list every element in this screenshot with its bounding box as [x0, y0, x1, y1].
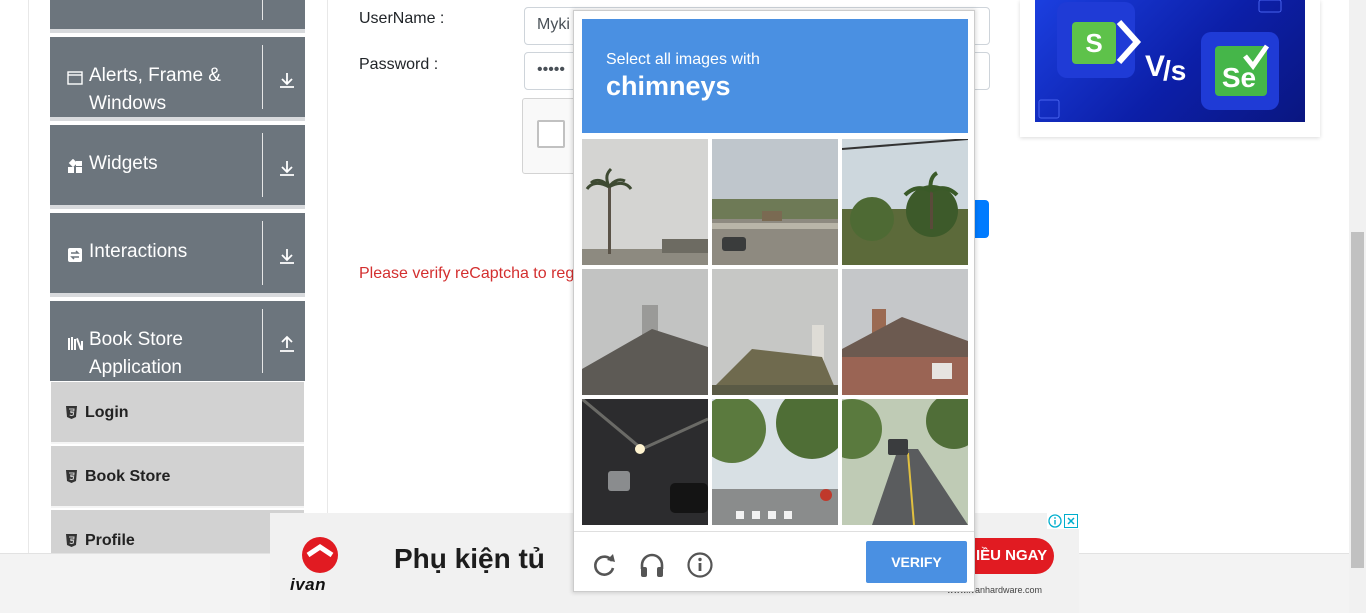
html5-icon: [66, 406, 77, 419]
info-icon[interactable]: [1048, 514, 1062, 528]
recaptcha-checkbox[interactable]: [537, 120, 565, 148]
password-label: Password :: [359, 56, 439, 73]
headphones-icon[interactable]: [638, 551, 666, 579]
group-divider: [262, 45, 263, 109]
sidebar-group-widgets[interactable]: Widgets: [50, 125, 305, 209]
sidebar-item-login[interactable]: Login: [51, 382, 304, 444]
ad-brand: ivan: [290, 575, 327, 594]
interactions-icon: [68, 248, 82, 262]
download-arrow-icon[interactable]: [278, 71, 296, 89]
ad-cta-button[interactable]: IỀU NGAY: [972, 538, 1054, 574]
recaptcha-tile[interactable]: [712, 139, 838, 265]
group-divider: [262, 309, 263, 373]
sidebar-group-label: Book Store Application: [89, 329, 183, 378]
close-icon[interactable]: [1064, 514, 1078, 528]
verify-button[interactable]: VERIFY: [866, 541, 967, 583]
recaptcha-tile[interactable]: [582, 139, 708, 265]
download-arrow-icon[interactable]: [278, 159, 296, 177]
sidebar-group-interactions[interactable]: Interactions: [50, 213, 305, 297]
reload-icon[interactable]: [590, 551, 618, 579]
recaptcha-target: chimneys: [606, 71, 731, 101]
svg-text:/s: /s: [1163, 55, 1186, 86]
scrollbar-thumb[interactable]: [1351, 232, 1364, 568]
ad-artwork: S V /s Se: [1038, 0, 1282, 119]
group-divider: [262, 0, 263, 20]
recaptcha-header: Select all images with chimneys: [582, 19, 968, 133]
sidebar-group-label: Widgets: [89, 153, 158, 174]
sidebar-item-label: Login: [85, 404, 129, 421]
username-label: UserName :: [359, 10, 445, 27]
recaptcha-tile[interactable]: [712, 399, 838, 525]
ad-choices[interactable]: [1047, 513, 1079, 529]
ad-banner-right[interactable]: S V /s Se: [1035, 0, 1305, 122]
recaptcha-instruction: Select all images with: [606, 51, 760, 68]
sidebar-group-label: Interactions: [89, 241, 188, 262]
upload-arrow-icon[interactable]: [278, 335, 296, 353]
download-arrow-icon[interactable]: [278, 247, 296, 265]
group-divider: [262, 133, 263, 197]
sidebar-item-book-store[interactable]: Book Store: [51, 446, 304, 508]
html5-icon: [66, 470, 77, 483]
ad-headline: Phụ kiện tủ: [394, 543, 545, 574]
sidebar-group-label: Alerts, Frame & Windows: [89, 65, 221, 114]
sidebar-item-label: Profile: [85, 532, 135, 549]
svg-text:S: S: [1085, 28, 1102, 58]
ivan-logo-icon: [302, 537, 338, 573]
recaptcha-footer-divider: [574, 531, 974, 532]
recaptcha-tile[interactable]: [582, 269, 708, 395]
recaptcha-challenge: Select all images with chimneys VERIFY: [573, 10, 975, 592]
info-icon[interactable]: [686, 551, 714, 579]
sidebar-item-label: Book Store: [85, 468, 171, 485]
group-divider: [262, 221, 263, 285]
sidebar-group-book-store-application[interactable]: Book Store Application: [50, 301, 305, 381]
window-icon: [67, 71, 83, 85]
sidebar-group-previous[interactable]: [50, 0, 305, 33]
recaptcha-tile[interactable]: [842, 139, 968, 265]
books-icon: [68, 337, 83, 350]
recaptcha-tile[interactable]: [582, 399, 708, 525]
recaptcha-tile[interactable]: [712, 269, 838, 395]
recaptcha-tile[interactable]: [842, 269, 968, 395]
svg-text:V: V: [1145, 50, 1165, 83]
widgets-icon: [68, 159, 82, 173]
recaptcha-tile[interactable]: [842, 399, 968, 525]
sidebar-group-alerts-frame-windows[interactable]: Alerts, Frame & Windows: [50, 37, 305, 121]
error-message: Please verify reCaptcha to regi: [359, 265, 577, 282]
html5-icon: [66, 534, 77, 547]
sidebar-item-profile[interactable]: Profile: [51, 510, 304, 553]
